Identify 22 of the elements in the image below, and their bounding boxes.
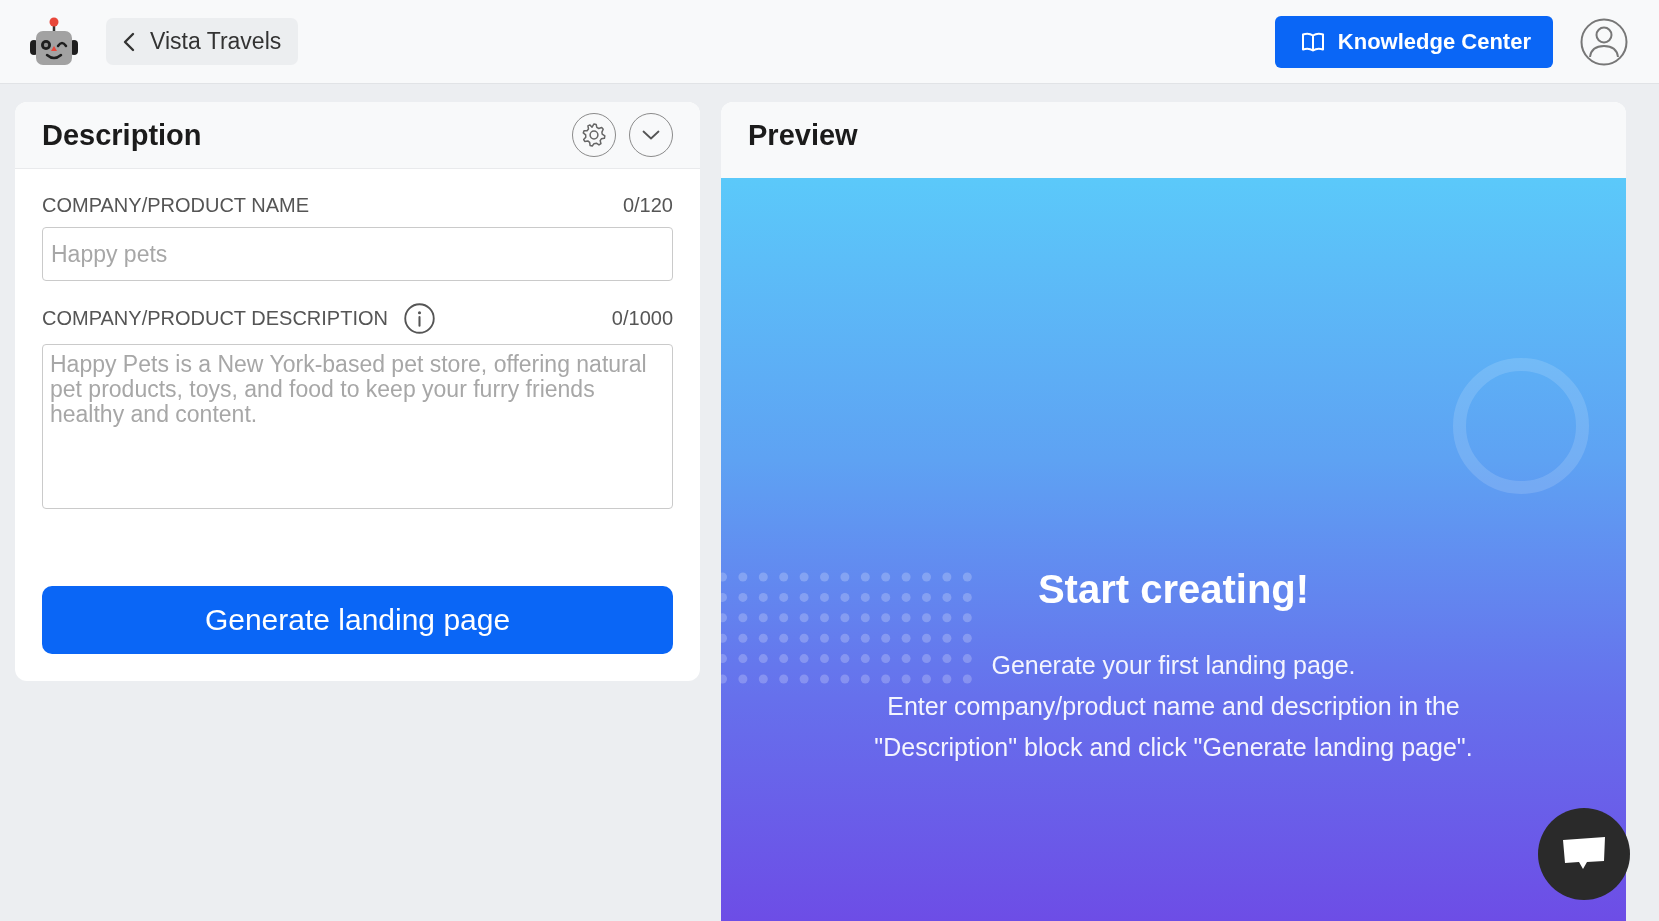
robot-logo-icon — [28, 16, 80, 67]
chevron-left-icon — [122, 31, 136, 52]
empty-state-heading: Start creating! — [1037, 566, 1310, 613]
name-input[interactable]: Happy pets — [42, 227, 673, 281]
generate-button[interactable]: Generate landing page — [42, 586, 673, 654]
settings-icon — [581, 122, 607, 148]
empty-state-text: Enter company/product name and description in the — [887, 691, 1460, 722]
knowledge-center-button[interactable]: Knowledge Center — [1274, 15, 1553, 68]
user-icon[interactable] — [1580, 17, 1628, 66]
empty-state-text: "Description" block and click "Generate landing page". — [874, 732, 1473, 763]
info-icon[interactable] — [403, 303, 435, 334]
panel-title: Description — [42, 118, 203, 152]
description-textarea[interactable]: Happy Pets is a New York-based pet store, offering natural pet products, toys, and food to keep your furry friends healthy and content. — [42, 344, 673, 509]
character-counter: 0/1000 — [611, 307, 673, 330]
panel-title: Preview — [748, 119, 859, 152]
field-label: COMPANY/PRODUCT DESCRIPTION — [42, 307, 388, 330]
field-label: COMPANY/PRODUCT NAME — [42, 194, 310, 217]
character-counter: 0/120 — [622, 194, 673, 217]
chevron-down-icon — [642, 130, 660, 140]
empty-state-text: Generate your first landing page. — [991, 650, 1356, 681]
back-button[interactable]: Vista Travels — [106, 18, 299, 65]
book-icon — [1300, 31, 1325, 52]
